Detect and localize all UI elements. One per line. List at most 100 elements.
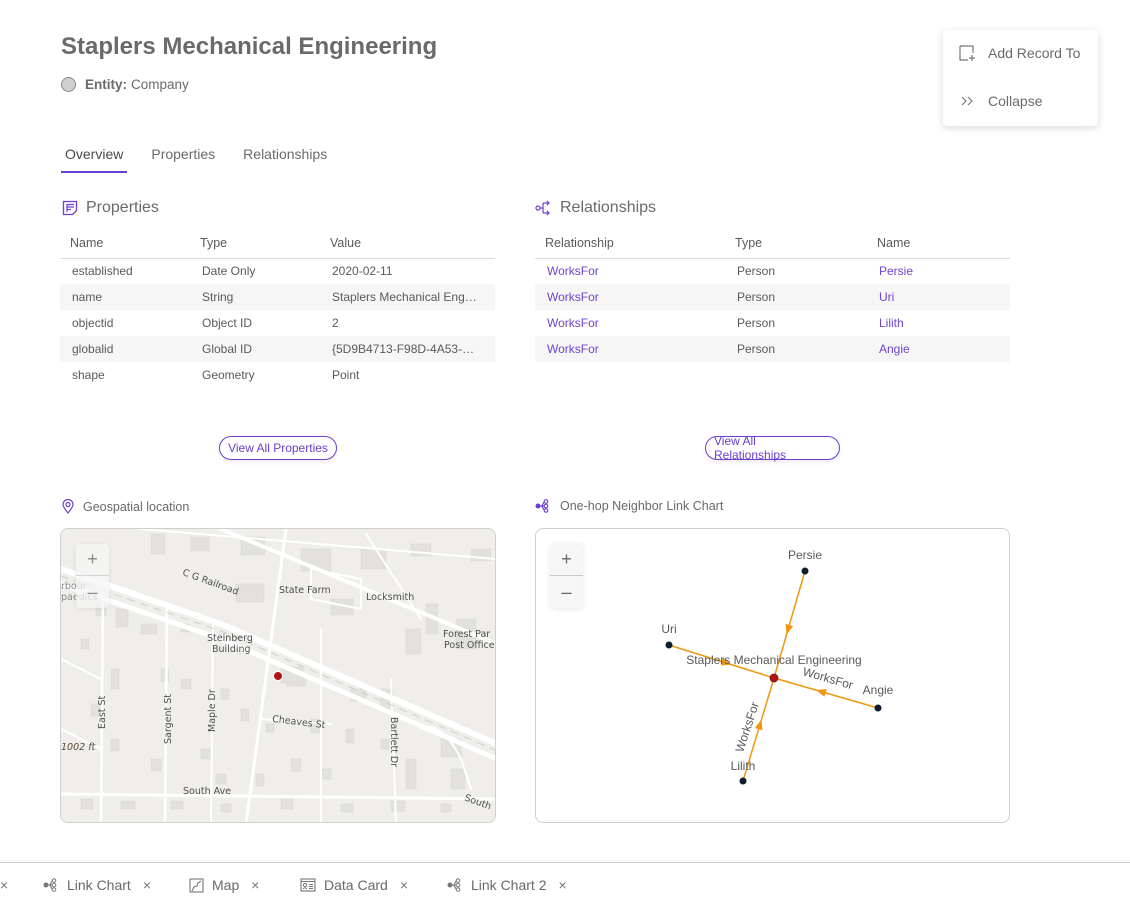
map-label-east-st: East St (97, 695, 108, 729)
geospatial-section-title: Geospatial location (62, 499, 189, 514)
related-entity-link[interactable]: Lilith (867, 310, 1010, 336)
related-entity-link[interactable]: Angie (867, 336, 1010, 362)
close-tab-icon[interactable]: × (400, 877, 408, 893)
relationship-link[interactable]: WorksFor (535, 336, 725, 362)
property-type: Geometry (202, 368, 255, 382)
map-zoom-out-button[interactable]: – (76, 576, 109, 608)
relationships-section-title: Relationships (535, 199, 656, 217)
location-pin-icon (62, 499, 74, 514)
property-name: globalid (60, 336, 190, 362)
map-view[interactable]: C G Railroad State Farm Locksmith Steinb… (60, 528, 496, 823)
map-label-south-ave: South Ave (183, 786, 232, 797)
close-tab-icon[interactable]: × (143, 877, 151, 893)
bottom-tab-data-card[interactable]: Data Card × (300, 877, 408, 893)
bottom-tab-label: Link Chart 2 (471, 877, 547, 893)
map-label-building: Building (212, 644, 251, 655)
property-name: shape (72, 368, 105, 382)
table-row: WorksFor Person Angie (535, 336, 1010, 362)
add-record-to-button[interactable]: Add Record To (959, 45, 1080, 61)
property-name: objectid (72, 316, 114, 330)
link-node-center[interactable] (769, 673, 779, 683)
column-header-value: Value (320, 228, 495, 259)
table-row: WorksFor Person Persie (535, 258, 1010, 284)
table-row: objectid Object ID 2 (60, 310, 495, 336)
table-row: name String Staplers Mechanical Eng… (60, 284, 495, 310)
link-chart-title: One-hop Neighbor Link Chart (560, 499, 724, 513)
property-value: {5D9B4713-F98D-4A53-… (320, 336, 495, 362)
related-entity-link[interactable]: Uri (867, 284, 1010, 310)
link-node-label: Lilith (731, 759, 756, 773)
link-node-uri[interactable] (665, 641, 673, 649)
relationship-link[interactable]: WorksFor (535, 310, 725, 336)
property-name: established (72, 264, 133, 279)
page-title: Staplers Mechanical Engineering (61, 33, 438, 60)
bottom-tab-map[interactable]: Map × (189, 877, 259, 893)
map-zoom-control: + – (76, 544, 109, 608)
relationships-title: Relationships (560, 199, 657, 216)
table-row: WorksFor Person Uri (535, 284, 1010, 310)
bottom-tab-label: Link Chart (67, 877, 131, 893)
relationship-type: Person (725, 336, 867, 362)
link-chart-zoom-out-button[interactable]: – (550, 576, 583, 608)
column-header-type: Type (725, 228, 867, 259)
add-record-icon (959, 45, 977, 61)
column-header-name: Name (60, 228, 190, 259)
link-node-lilith[interactable] (739, 777, 747, 785)
close-tab-icon[interactable]: × (558, 877, 566, 893)
map-label-post-office: Post Office (444, 640, 495, 651)
add-record-label: Add Record To (988, 45, 1081, 61)
property-value: Staplers Mechanical Eng… (320, 284, 495, 310)
location-marker[interactable] (273, 671, 283, 681)
link-chart-section-title: One-hop Neighbor Link Chart (535, 499, 723, 513)
geospatial-title: Geospatial location (83, 499, 190, 514)
entity-label: Entity: (85, 77, 127, 92)
link-chart-zoom-in-button[interactable]: + (550, 544, 583, 576)
close-icon[interactable]: × (0, 877, 8, 893)
map-label-bartlett-dr: Bartlett Dr (388, 717, 399, 768)
properties-table: Name Type Value established Date Only 20… (60, 228, 495, 388)
column-header-relationship: Relationship (535, 228, 725, 259)
link-chart-zoom-control: + – (550, 544, 583, 608)
relationships-table: Relationship Type Name WorksFor Person P… (535, 228, 1010, 362)
map-zoom-in-button[interactable]: + (76, 544, 109, 576)
entity-value: Company (131, 77, 189, 92)
bottom-tab-link-chart-2[interactable]: Link Chart 2 × (447, 877, 567, 893)
property-name: name (60, 284, 190, 310)
map-label-elevation: 1002 ft (61, 742, 96, 753)
property-value: 2020-02-11 (332, 264, 393, 279)
link-chart-icon (447, 878, 463, 892)
property-value: Point (332, 368, 360, 382)
relationship-link[interactable]: WorksFor (535, 284, 725, 310)
tab-properties[interactable]: Properties (147, 143, 219, 173)
bottom-tab-link-chart[interactable]: Link Chart × (43, 877, 151, 893)
relationship-link[interactable]: WorksFor (535, 258, 725, 284)
related-entity-link[interactable]: Persie (867, 258, 1010, 284)
link-node-label: Persie (788, 548, 822, 562)
tab-overview[interactable]: Overview (61, 143, 128, 173)
close-tab-icon[interactable]: × (251, 877, 259, 893)
table-row: established Date Only 2020-02-11 (60, 258, 495, 284)
property-type: Object ID (202, 316, 253, 330)
link-node-angie[interactable] (874, 704, 882, 712)
link-center-label: Staplers Mechanical Engineering (686, 653, 861, 667)
view-all-relationships-button[interactable]: View All Relationships (705, 434, 840, 462)
link-node-label: Angie (863, 683, 894, 697)
collapse-button[interactable]: Collapse (959, 93, 1042, 109)
link-chart-canvas: PersieUriAngieLilithWorksForWorksForStap… (661, 548, 894, 785)
edge-arrow-angie (815, 689, 827, 697)
column-header-name: Name (867, 228, 1010, 259)
map-label-maple-dr: Maple Dr (207, 689, 218, 732)
link-node-persie[interactable] (801, 567, 809, 575)
properties-section-title: Properties (61, 199, 159, 217)
property-type: Global ID (190, 336, 320, 362)
link-chart-icon (43, 878, 59, 892)
view-all-properties-button[interactable]: View All Properties (219, 436, 337, 460)
basemap (61, 529, 495, 822)
entity-type: Entity: Company (61, 77, 189, 92)
property-type: String (190, 284, 320, 310)
data-card-icon (300, 878, 316, 892)
collapse-label: Collapse (988, 93, 1043, 109)
bottom-tab-label: Map (212, 877, 240, 893)
link-chart-view[interactable]: Persie Uri Angie Lilith WorksFor WorksFor Stap… (535, 528, 1010, 823)
tab-relationships[interactable]: Relationships (239, 143, 331, 173)
